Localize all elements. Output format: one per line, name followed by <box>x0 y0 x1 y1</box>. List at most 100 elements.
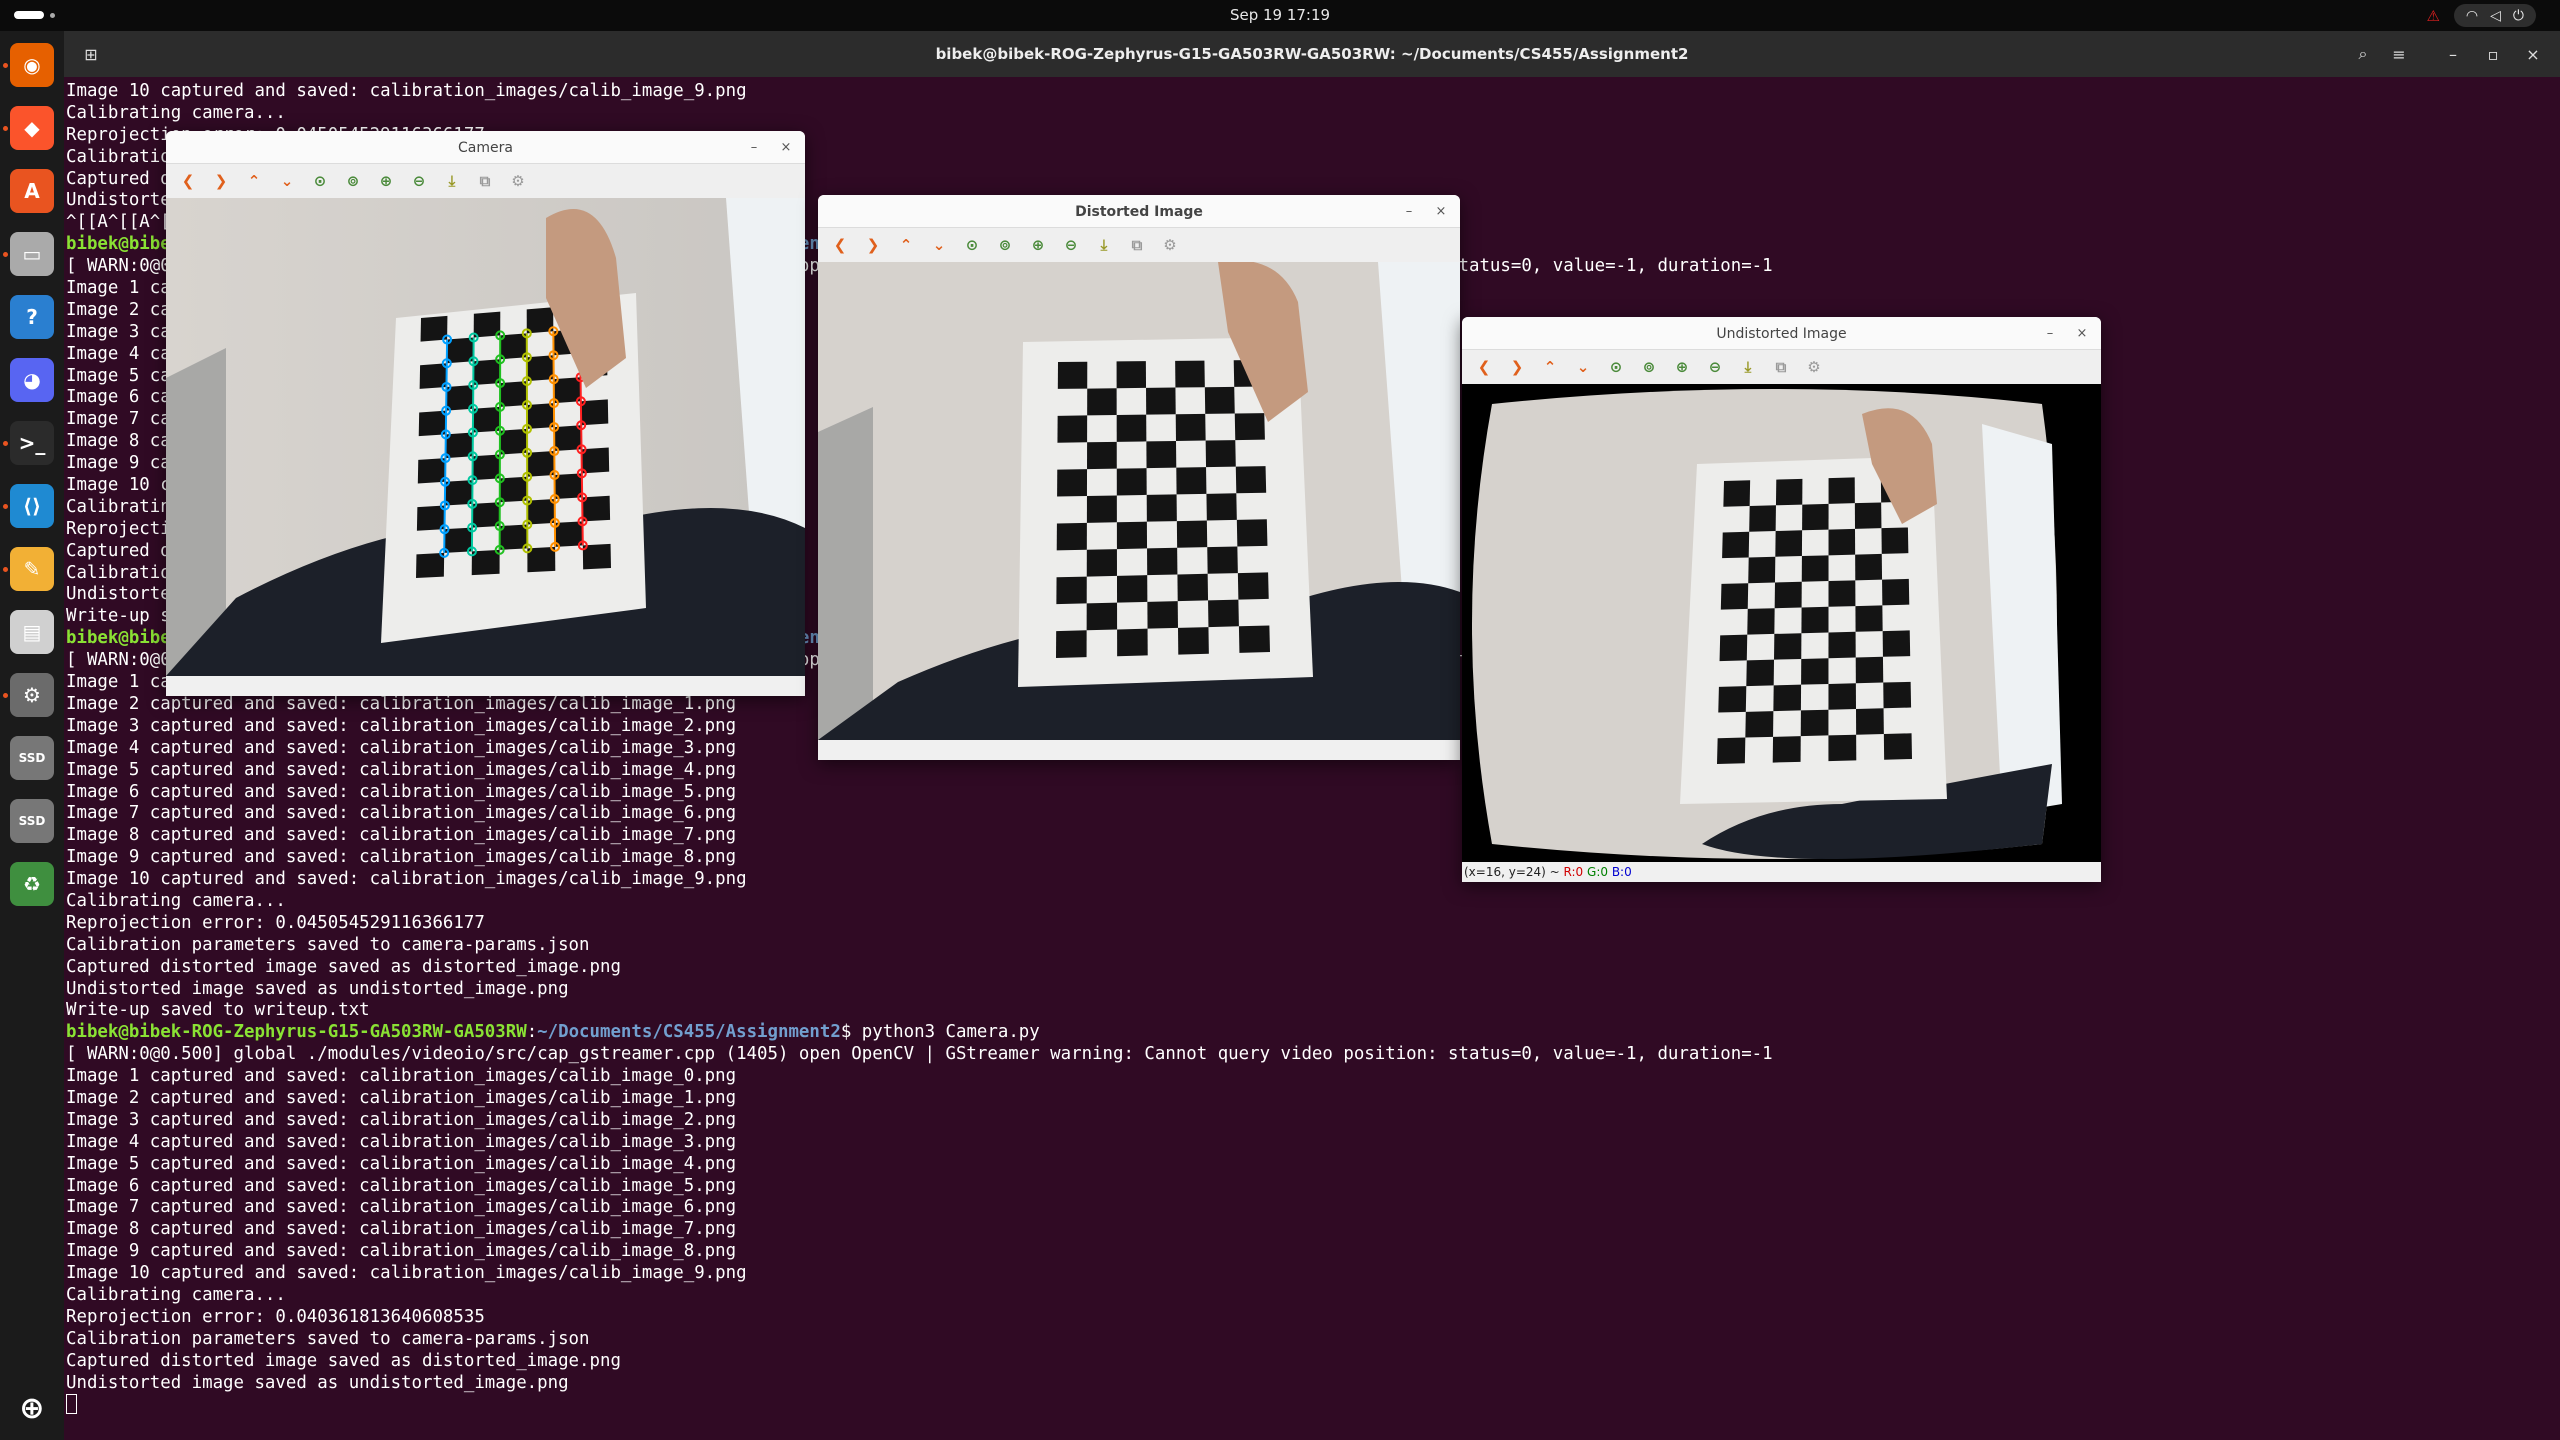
zoom-in-icon[interactable]: ⊕ <box>1028 236 1048 254</box>
search-icon: ⌕ <box>2358 44 2368 63</box>
dock-settings-icon[interactable]: ⚙ <box>10 673 54 717</box>
chessboard-square <box>1087 388 1117 416</box>
undistorted-image-window[interactable]: Undistorted Image – × ❮ ❯ ⌃ ⌄ ⊙ ⊚ ⊕ ⊖ ⤓ ⧉ ⚙ (x=16,… <box>1462 317 2101 882</box>
dock-ssd-1-icon[interactable]: SSD <box>10 736 54 780</box>
terminal-line: Captured distorted image saved as distor… <box>66 956 621 977</box>
dock-text-editor-icon[interactable]: ✎ <box>10 547 54 591</box>
chessboard-square <box>1828 580 1856 607</box>
close-button[interactable]: × <box>1432 203 1450 221</box>
dock-ssd-2-icon[interactable]: SSD <box>10 799 54 843</box>
terminal-line: Image 8 captured and saved: calibration_… <box>66 1219 737 1240</box>
close-button[interactable]: × <box>777 139 795 157</box>
chessboard-square <box>1723 480 1751 507</box>
zoom-out-icon[interactable]: ⊖ <box>1061 236 1081 254</box>
dock-document-icon[interactable]: ▤ <box>10 610 54 654</box>
running-indicator <box>3 441 8 446</box>
pan-up-icon[interactable]: ⌃ <box>1540 358 1560 376</box>
zoom-fit-icon[interactable]: ⊚ <box>1639 358 1659 376</box>
zoom-reset-icon[interactable]: ⊙ <box>310 172 330 190</box>
corner-line <box>525 333 529 549</box>
chessboard-square <box>1147 601 1178 629</box>
properties-icon[interactable]: ⚙ <box>1160 236 1180 254</box>
chessboard-square <box>1057 469 1088 497</box>
distorted-status-bar <box>818 740 1460 760</box>
chessboard-square <box>1748 556 1776 584</box>
chessboard-square <box>1234 413 1265 441</box>
copy-icon[interactable]: ⧉ <box>1127 236 1147 254</box>
dock-files-icon[interactable]: ▭ <box>10 232 54 276</box>
dock-help-icon[interactable]: ? <box>10 295 54 339</box>
pan-left-icon[interactable]: ❮ <box>1474 358 1494 376</box>
zoom-out-icon[interactable]: ⊖ <box>409 172 429 190</box>
zoom-reset-icon[interactable]: ⊙ <box>962 236 982 254</box>
dock-firefox-icon[interactable]: ◉ <box>10 43 54 87</box>
properties-icon[interactable]: ⚙ <box>508 172 528 190</box>
running-indicator <box>3 504 8 509</box>
status-menu-button[interactable]: ◠ ◁ ⏻ <box>2453 4 2536 27</box>
pan-up-icon[interactable]: ⌃ <box>896 236 916 254</box>
pan-right-icon[interactable]: ❯ <box>211 172 231 190</box>
warning-icon[interactable]: ⚠ <box>2426 7 2439 25</box>
pan-down-icon[interactable]: ⌄ <box>277 172 297 190</box>
pan-down-icon[interactable]: ⌄ <box>1573 358 1593 376</box>
zoom-in-icon[interactable]: ⊕ <box>1672 358 1692 376</box>
chessboard-square <box>1774 633 1802 660</box>
chessboard-square <box>1719 634 1748 662</box>
chessboard-square <box>1883 733 1912 760</box>
pan-right-icon[interactable]: ❯ <box>863 236 883 254</box>
clock[interactable]: Sep 19 17:19 <box>0 6 2560 24</box>
minimize-button[interactable]: – <box>1400 203 1418 221</box>
chessboard-square <box>1206 493 1237 521</box>
chessboard-square <box>1204 386 1235 414</box>
chessboard-square <box>1718 686 1747 713</box>
minimize-button[interactable]: – <box>2041 325 2059 343</box>
pan-left-icon[interactable]: ❮ <box>178 172 198 190</box>
terminal-line: Image 9 captured and saved: calibration_… <box>66 1241 737 1262</box>
maximize-button[interactable]: ▫ <box>2476 39 2510 69</box>
zoom-reset-icon[interactable]: ⊙ <box>1606 358 1626 376</box>
zoom-out-icon[interactable]: ⊖ <box>1705 358 1725 376</box>
distorted-image-window[interactable]: Distorted Image – × ❮ ❯ ⌃ ⌄ ⊙ ⊚ ⊕ ⊖ ⤓ ⧉ ⚙ <box>818 195 1460 760</box>
show-apps-icon[interactable]: ⊕ <box>10 1386 54 1430</box>
save-icon[interactable]: ⤓ <box>442 172 462 190</box>
camera-window-titlebar[interactable]: Camera – × <box>166 131 805 164</box>
dock-terminal-icon[interactable]: >_ <box>10 421 54 465</box>
terminal-input-line[interactable] <box>66 1394 2556 1416</box>
copy-icon[interactable]: ⧉ <box>1771 358 1791 376</box>
zoom-fit-icon[interactable]: ⊚ <box>343 172 363 190</box>
save-icon[interactable]: ⤓ <box>1738 358 1758 376</box>
save-icon[interactable]: ⤓ <box>1094 236 1114 254</box>
system-tray[interactable]: ⚠ ◠ ◁ ⏻ <box>2426 4 2536 27</box>
minimize-button[interactable]: – <box>745 139 763 157</box>
pan-down-icon[interactable]: ⌄ <box>929 236 949 254</box>
copy-icon[interactable]: ⧉ <box>475 172 495 190</box>
terminal-line: Calibrating camera... <box>66 102 286 123</box>
chessboard-square <box>1828 734 1857 762</box>
zoom-in-icon[interactable]: ⊕ <box>376 172 396 190</box>
chessboard-square <box>1176 520 1208 548</box>
dock-app-center-icon[interactable]: A <box>10 169 54 213</box>
undistorted-window-titlebar[interactable]: Undistorted Image – × <box>1462 317 2101 350</box>
pan-up-icon[interactable]: ⌃ <box>244 172 264 190</box>
close-button[interactable]: × <box>2073 325 2091 343</box>
dock-trash-icon[interactable]: ♻ <box>10 862 54 906</box>
distorted-window-titlebar[interactable]: Distorted Image – × <box>818 195 1460 228</box>
search-button[interactable]: ⌕ <box>2346 39 2380 69</box>
undistorted-frame <box>1462 384 2101 862</box>
terminal-title: bibek@bibek-ROG-Zephyrus-G15-GA503RW-GA5… <box>935 45 1689 63</box>
camera-window[interactable]: Camera – × ❮ ❯ ⌃ ⌄ ⊙ ⊚ ⊕ ⊖ ⤓ ⧉ ⚙ <box>166 131 805 696</box>
chessboard-square <box>1175 413 1206 441</box>
dock-brave-icon[interactable]: ◆ <box>10 106 54 150</box>
menu-button[interactable]: ≡ <box>2382 39 2416 69</box>
terminal-line: Image 6 captured and saved: calibration_… <box>66 1175 737 1196</box>
chessboard-square <box>1855 553 1883 581</box>
properties-icon[interactable]: ⚙ <box>1804 358 1824 376</box>
minimize-button[interactable]: – <box>2436 39 2470 69</box>
running-indicator <box>3 126 8 131</box>
zoom-fit-icon[interactable]: ⊚ <box>995 236 1015 254</box>
close-button[interactable]: × <box>2516 39 2550 69</box>
pan-right-icon[interactable]: ❯ <box>1507 358 1527 376</box>
pan-left-icon[interactable]: ❮ <box>830 236 850 254</box>
dock-vscode-icon[interactable]: ⟨⟩ <box>10 484 54 528</box>
dock-discord-icon[interactable]: ◕ <box>10 358 54 402</box>
